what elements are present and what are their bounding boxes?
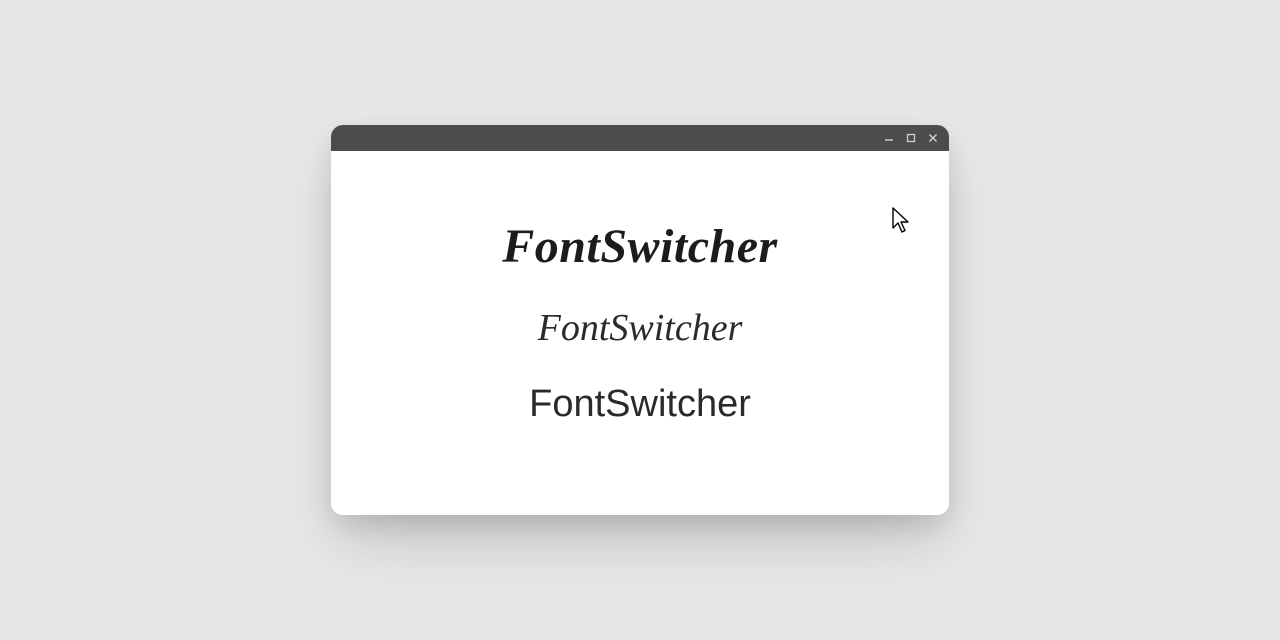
titlebar[interactable]: [331, 125, 949, 151]
content-area: FontSwitcher FontSwitcher FontSwitcher: [331, 151, 949, 515]
close-icon: [928, 133, 938, 143]
app-window: FontSwitcher FontSwitcher FontSwitcher: [331, 125, 949, 515]
maximize-button[interactable]: [905, 132, 917, 144]
font-sample-2: FontSwitcher: [538, 309, 743, 347]
font-sample-3: FontSwitcher: [529, 385, 751, 423]
maximize-icon: [906, 133, 916, 143]
font-sample-1: FontSwitcher: [502, 223, 777, 271]
minimize-button[interactable]: [883, 132, 895, 144]
close-button[interactable]: [927, 132, 939, 144]
minimize-icon: [884, 133, 894, 143]
